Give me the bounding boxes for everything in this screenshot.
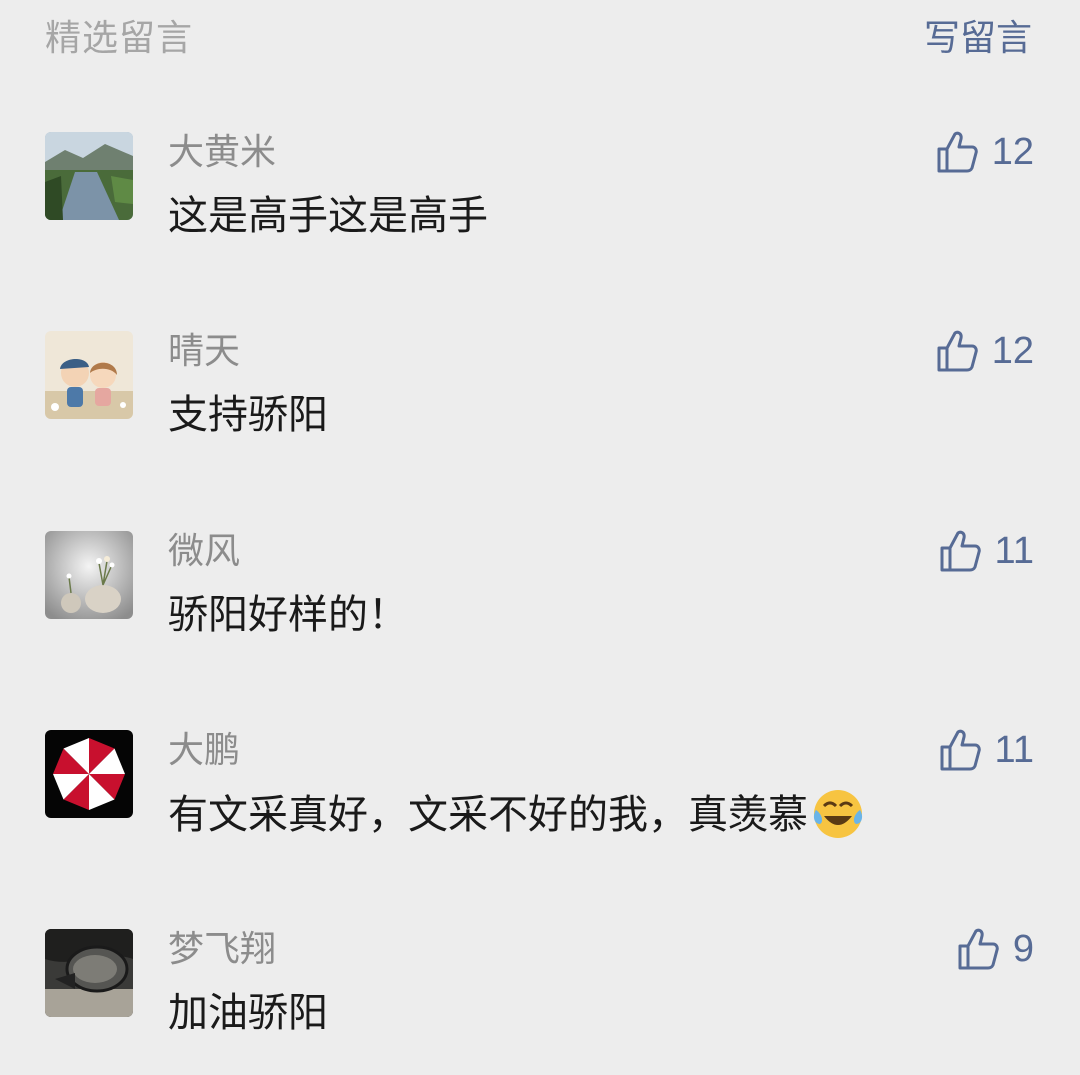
comment-nickname: 大鹏	[168, 730, 241, 771]
comment-nickname: 大黄米	[168, 132, 277, 173]
write-comment-button[interactable]: 写留言	[924, 14, 1032, 64]
comment-item: 大鹏 有文采真好，文采不好的我，真羡慕 11	[0, 729, 1080, 870]
avatar[interactable]	[45, 929, 133, 1017]
like-button[interactable]: 11	[939, 724, 1034, 776]
comment-content: 加油骄阳	[168, 990, 328, 1036]
comment-nickname: 微风	[168, 531, 241, 572]
comment-content: 这是高手这是高手	[168, 193, 488, 239]
avatar[interactable]	[45, 132, 133, 220]
thumbs-up-icon	[958, 928, 999, 970]
comment-content: 支持骄阳	[168, 392, 328, 438]
comment-nickname: 晴天	[168, 331, 241, 372]
car-mirror-avatar-image	[45, 929, 133, 1017]
like-button[interactable]: 9	[957, 923, 1034, 975]
thumbs-up-icon	[937, 131, 978, 173]
like-count: 9	[1012, 928, 1034, 970]
umbrella-logo-avatar-image	[45, 730, 133, 818]
comment-item: 晴天 支持骄阳 12	[0, 330, 1080, 471]
section-title: 精选留言	[45, 18, 194, 59]
like-button[interactable]: 12	[936, 126, 1034, 178]
avatar[interactable]	[45, 331, 133, 419]
comment-content: 有文采真好，文采不好的我，真羡慕	[168, 786, 866, 843]
laughing-crying-emoji-icon	[813, 790, 863, 838]
avatar[interactable]	[45, 531, 133, 619]
like-count: 11	[994, 530, 1034, 572]
avatar[interactable]	[45, 730, 133, 818]
like-count: 11	[994, 729, 1034, 771]
comment-item: 大黄米 这是高手这是高手 12	[0, 131, 1080, 272]
comment-item: 梦飞翔 加油骄阳 9	[0, 928, 1080, 1069]
thumbs-up-icon	[940, 530, 981, 572]
like-button[interactable]: 12	[936, 325, 1034, 377]
cartoon-couple-avatar-image	[45, 331, 133, 419]
comment-content: 骄阳好样的！	[168, 592, 408, 638]
like-button[interactable]: 11	[939, 525, 1034, 577]
comments-header: 精选留言 写留言	[0, 0, 1080, 80]
like-count: 12	[991, 131, 1034, 173]
landscape-avatar-image	[45, 132, 133, 220]
thumbs-up-icon	[937, 330, 978, 372]
thumbs-up-icon	[940, 729, 981, 771]
comment-nickname: 梦飞翔	[168, 929, 277, 970]
comment-text: 有文采真好，文采不好的我，真羡慕	[168, 792, 808, 838]
comment-item: 微风 骄阳好样的！ 11	[0, 530, 1080, 671]
vase-still-life-avatar-image	[45, 531, 133, 619]
like-count: 12	[991, 330, 1034, 372]
